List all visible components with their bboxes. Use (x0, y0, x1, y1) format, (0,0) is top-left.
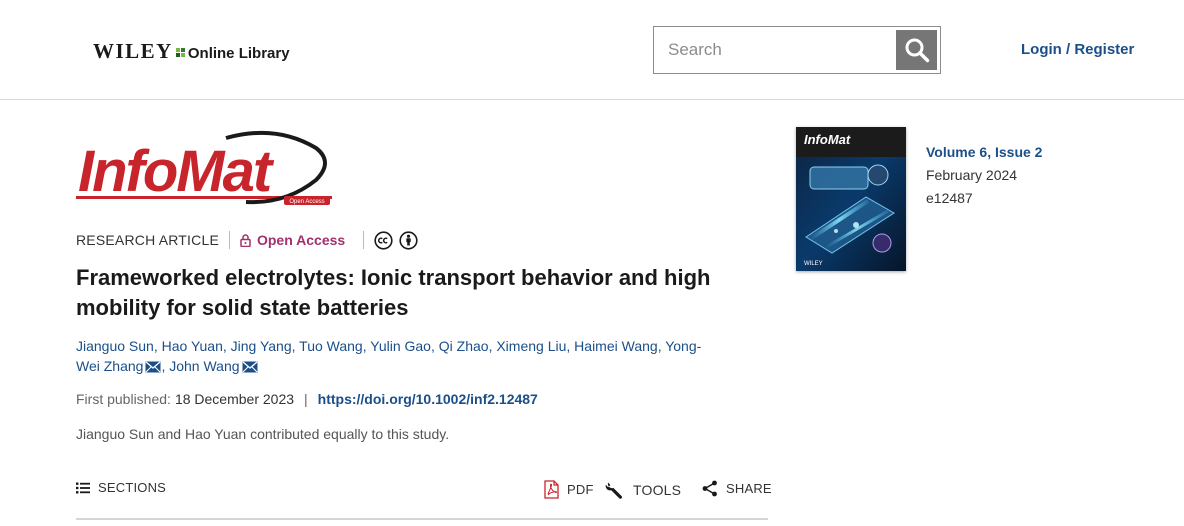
search-icon (905, 38, 929, 63)
share-icon (702, 480, 717, 497)
author-separator: , (153, 338, 162, 354)
author-link[interactable]: John Wang (169, 358, 239, 374)
list-icon (76, 482, 90, 493)
author-link[interactable]: Haimei Wang (574, 338, 658, 354)
search-button[interactable] (896, 30, 937, 70)
first-published-date: 18 December 2023 (174, 391, 295, 407)
author-link[interactable]: Yulin Gao (370, 338, 431, 354)
article-number: e12487 (926, 190, 973, 206)
site-header: WILEY Online Library Login / Register (0, 0, 1184, 100)
search-box (653, 26, 941, 74)
pdf-label: PDF (567, 482, 594, 497)
article-type: RESEARCH ARTICLE (76, 232, 219, 248)
toolbar-divider (76, 518, 768, 520)
lock-icon (240, 233, 251, 247)
author-separator: , (566, 338, 575, 354)
wiley-online-library-logo[interactable]: WILEY Online Library (93, 39, 290, 64)
mail-icon[interactable] (145, 361, 161, 373)
article-meta-row: RESEARCH ARTICLE Open Access (76, 230, 418, 250)
article-title: Frameworked electrolytes: Ionic transpor… (76, 265, 711, 320)
tools-button[interactable]: TOOLS (605, 480, 681, 500)
author-link[interactable]: Jing Yang (231, 338, 292, 354)
cover-publisher: WILEY (804, 261, 823, 267)
mail-icon[interactable] (242, 361, 258, 373)
author-separator: , (430, 338, 439, 354)
pub-divider: | (304, 391, 308, 407)
author-link[interactable]: Hao Yuan (162, 338, 223, 354)
login-register-link[interactable]: Login / Register (1021, 41, 1134, 58)
share-button[interactable]: SHARE (702, 480, 772, 497)
infomat-logo-graphic: InfoMat Open Access (76, 130, 332, 205)
logo-badge: Open Access (289, 199, 324, 205)
contribution-note: Jianguo Sun and Hao Yuan contributed equ… (76, 426, 450, 442)
journal-logo[interactable]: InfoMat Open Access (76, 128, 338, 210)
author-link[interactable]: Jianguo Sun (76, 338, 154, 354)
author-separator: , (222, 338, 231, 354)
issue-date: February 2024 (926, 167, 1018, 183)
author-list: Jianguo Sun, Hao Yuan, Jing Yang, Tuo Wa… (76, 336, 716, 376)
search-input[interactable] (668, 37, 898, 63)
tools-label: TOOLS (633, 482, 682, 498)
pdf-button[interactable]: PDF (544, 480, 594, 499)
meta-divider (228, 231, 230, 249)
brand-name: WILEY (93, 39, 173, 63)
author-link[interactable]: Ximeng Liu (496, 338, 566, 354)
pdf-icon (544, 480, 559, 499)
logo-text: InfoMat (78, 139, 275, 204)
cover-illustration: InfoMat WILEY (796, 127, 906, 271)
issue-info: Volume 6, Issue 2 February 2024 e12487 (926, 141, 1042, 210)
publication-info: First published: 18 December 2023 | http… (76, 391, 538, 407)
open-access-label: Open Access (256, 232, 346, 248)
author-link[interactable]: Tuo Wang (299, 338, 363, 354)
sections-button[interactable]: SECTIONS (76, 480, 166, 495)
meta-divider (363, 231, 365, 249)
doi-link[interactable]: https://doi.org/10.1002/inf2.12487 (318, 391, 538, 407)
volume-issue-link[interactable]: Volume 6, Issue 2 (926, 141, 1042, 164)
cover-title: InfoMat (804, 132, 851, 147)
brand-suffix: Online Library (187, 45, 290, 62)
cc-icon (374, 230, 393, 250)
attribution-icon (399, 230, 418, 250)
sections-label: SECTIONS (98, 480, 167, 495)
wrench-icon (605, 482, 622, 499)
license-icons[interactable] (374, 230, 418, 250)
article-toolbar: SECTIONS PDF TOOLS SHARE (76, 480, 772, 502)
author-link[interactable]: Qi Zhao (439, 338, 489, 354)
brand-dots-icon (175, 48, 185, 57)
share-label: SHARE (726, 481, 772, 496)
open-access-badge: Open Access (240, 232, 345, 248)
first-published-label: First published: (76, 391, 171, 407)
journal-cover-image[interactable]: InfoMat WILEY (796, 127, 906, 271)
